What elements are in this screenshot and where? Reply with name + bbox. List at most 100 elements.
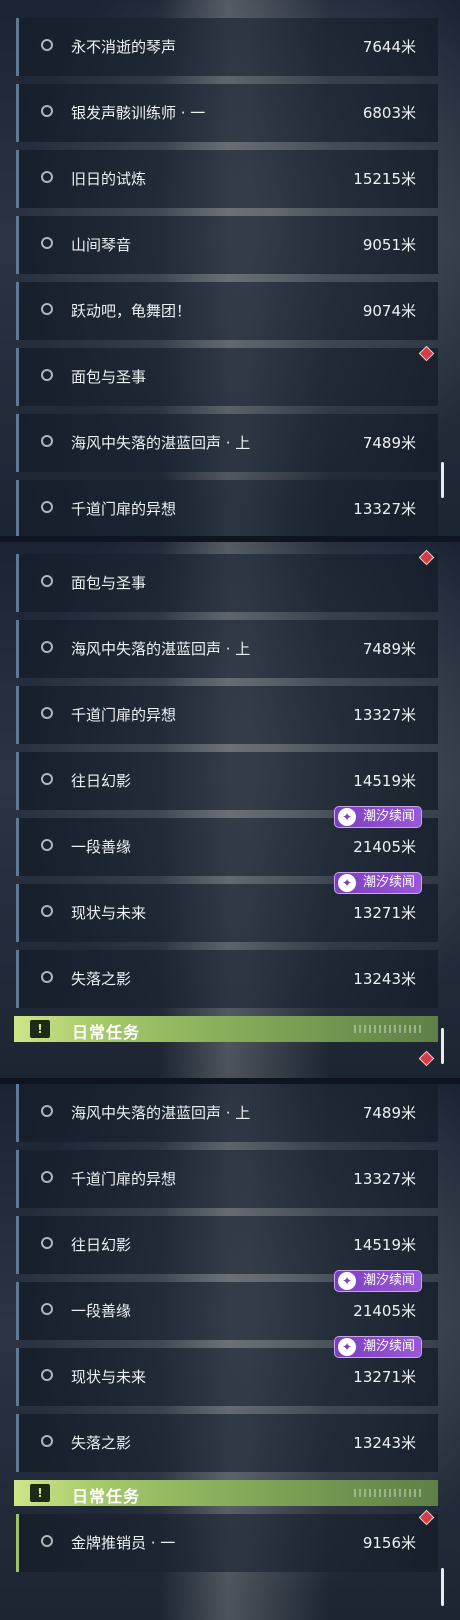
circle-icon	[41, 1105, 53, 1117]
quest-distance: 7489米	[362, 1104, 416, 1122]
quest-distance: 14519米	[353, 772, 416, 790]
circle-icon	[41, 303, 53, 315]
quest-name: 失落之影	[71, 1434, 132, 1452]
tide-icon: ✦	[337, 1272, 356, 1290]
quest-row[interactable]: 一段善缘 21405米 ✦ 潮汐续闻	[16, 1270, 438, 1340]
circle-icon	[41, 1435, 53, 1447]
quest-row[interactable]: 失落之影 13243米	[16, 950, 438, 1008]
quest-distance: 13327米	[353, 1170, 416, 1188]
quest-row[interactable]: 面包与圣事	[16, 348, 438, 406]
tide-badge: ✦ 潮汐续闻	[333, 1270, 422, 1292]
quest-name: 银发声骸训练师 · 一	[71, 104, 206, 122]
circle-icon	[41, 971, 53, 983]
quest-distance: 13271米	[353, 904, 416, 922]
scrollbar[interactable]	[441, 462, 444, 498]
badge-label: 潮汐续闻	[362, 1339, 415, 1354]
daily-quest-header[interactable]: ! 日常任务	[14, 1016, 438, 1042]
section-title: 日常任务	[72, 1023, 141, 1042]
quest-row[interactable]: 海风中失落的湛蓝回声 · 上 7489米	[16, 620, 438, 678]
circle-icon	[41, 1303, 53, 1315]
daily-quest-row[interactable]: 金牌推销员 · 一 9156米	[16, 1514, 438, 1572]
quest-name: 往日幻影	[71, 772, 132, 790]
quest-row[interactable]: 旧日的试炼 15215米	[16, 150, 438, 208]
circle-icon	[41, 1237, 53, 1249]
quest-row[interactable]: 永不消逝的琴声 7644米	[16, 18, 438, 76]
quest-name: 一段善缘	[71, 838, 132, 856]
circle-icon	[41, 1535, 53, 1547]
scrollbar[interactable]	[441, 1028, 444, 1064]
quest-name: 千道门扉的异想	[71, 706, 177, 724]
quest-row[interactable]: 失落之影 13243米	[16, 1414, 438, 1472]
quest-row[interactable]: 跃动吧，龟舞团！ 9074米	[16, 282, 438, 340]
quest-distance: 9156米	[362, 1534, 416, 1552]
quest-row[interactable]: 海风中失落的湛蓝回声 · 上 7489米	[16, 1084, 438, 1142]
quest-distance: 9051米	[362, 236, 416, 254]
quest-row[interactable]: 银发声骸训练师 · 一 6803米	[16, 84, 438, 142]
quest-row[interactable]: 一段善缘 21405米 ✦ 潮汐续闻	[16, 806, 438, 876]
quest-name: 往日幻影	[71, 1236, 132, 1254]
quest-name: 面包与圣事	[71, 368, 147, 386]
quest-row[interactable]: 现状与未来 13271米 ✦ 潮汐续闻	[16, 872, 438, 942]
tide-badge: ✦ 潮汐续闻	[333, 872, 422, 894]
quest-list-panel-3: 海风中失落的湛蓝回声 · 上 7489米 千道门扉的异想 13327米 往日幻影…	[0, 1084, 460, 1620]
circle-icon	[41, 773, 53, 785]
badge-label: 潮汐续闻	[362, 809, 415, 824]
quest-name: 面包与圣事	[71, 574, 147, 592]
daily-quest-header[interactable]: ! 日常任务	[14, 1480, 438, 1506]
header-decoration	[354, 1025, 424, 1033]
circle-icon	[41, 105, 53, 117]
circle-icon	[41, 1171, 53, 1183]
circle-icon	[41, 39, 53, 51]
circle-icon	[41, 369, 53, 381]
circle-icon	[41, 501, 53, 513]
quest-distance: 6803米	[362, 104, 416, 122]
header-decoration	[354, 1489, 424, 1497]
diamond-marker-icon	[418, 1050, 435, 1067]
quest-row[interactable]: 往日幻影 14519米	[16, 752, 438, 810]
quest-distance: 21405米	[353, 838, 416, 856]
quest-row[interactable]: 千道门扉的异想 13327米	[16, 686, 438, 744]
quest-row[interactable]: 山间琴音 9051米	[16, 216, 438, 274]
circle-icon	[41, 905, 53, 917]
quest-row[interactable]: 千道门扉的异想 13327米	[16, 1150, 438, 1208]
quest-name: 山间琴音	[71, 236, 132, 254]
tide-icon: ✦	[337, 808, 356, 826]
quest-name: 金牌推销员 · 一	[71, 1534, 176, 1552]
circle-icon	[41, 1369, 53, 1381]
exclamation-icon: !	[30, 1484, 50, 1502]
quest-distance: 13271米	[353, 1368, 416, 1386]
quest-name: 海风中失落的湛蓝回声 · 上	[71, 1104, 251, 1122]
quest-row[interactable]: 千道门扉的异想 13327米	[16, 480, 438, 536]
quest-distance: 13327米	[353, 500, 416, 518]
quest-name: 跃动吧，龟舞团！	[71, 302, 192, 320]
quest-distance: 13327米	[353, 706, 416, 724]
quest-row[interactable]: 海风中失落的湛蓝回声 · 上 7489米	[16, 414, 438, 472]
quest-row[interactable]: 往日幻影 14519米	[16, 1216, 438, 1274]
quest-distance: 13243米	[353, 970, 416, 988]
circle-icon	[41, 707, 53, 719]
quest-list-panel-2: 面包与圣事 海风中失落的湛蓝回声 · 上 7489米 千道门扉的异想 13327…	[0, 542, 460, 1078]
quest-name: 海风中失落的湛蓝回声 · 上	[71, 640, 251, 658]
quest-row[interactable]: 面包与圣事	[16, 554, 438, 612]
quest-name: 失落之影	[71, 970, 132, 988]
quest-distance: 7489米	[362, 434, 416, 452]
quest-name: 一段善缘	[71, 1302, 132, 1320]
quest-name: 现状与未来	[71, 904, 147, 922]
quest-row[interactable]: 现状与未来 13271米 ✦ 潮汐续闻	[16, 1336, 438, 1406]
scrollbar[interactable]	[441, 1568, 444, 1606]
quest-list-panel-1: 永不消逝的琴声 7644米 银发声骸训练师 · 一 6803米 旧日的试炼 15…	[0, 0, 460, 536]
badge-label: 潮汐续闻	[362, 1273, 415, 1288]
tide-icon: ✦	[337, 874, 356, 892]
quest-name: 旧日的试炼	[71, 170, 147, 188]
quest-distance: 9074米	[362, 302, 416, 320]
quest-distance: 15215米	[353, 170, 416, 188]
tide-icon: ✦	[337, 1338, 356, 1356]
quest-distance: 14519米	[353, 1236, 416, 1254]
quest-distance: 7489米	[362, 640, 416, 658]
circle-icon	[41, 171, 53, 183]
circle-icon	[41, 435, 53, 447]
quest-name: 现状与未来	[71, 1368, 147, 1386]
exclamation-icon: !	[30, 1020, 50, 1038]
tide-badge: ✦ 潮汐续闻	[333, 1336, 422, 1358]
badge-label: 潮汐续闻	[362, 875, 415, 890]
